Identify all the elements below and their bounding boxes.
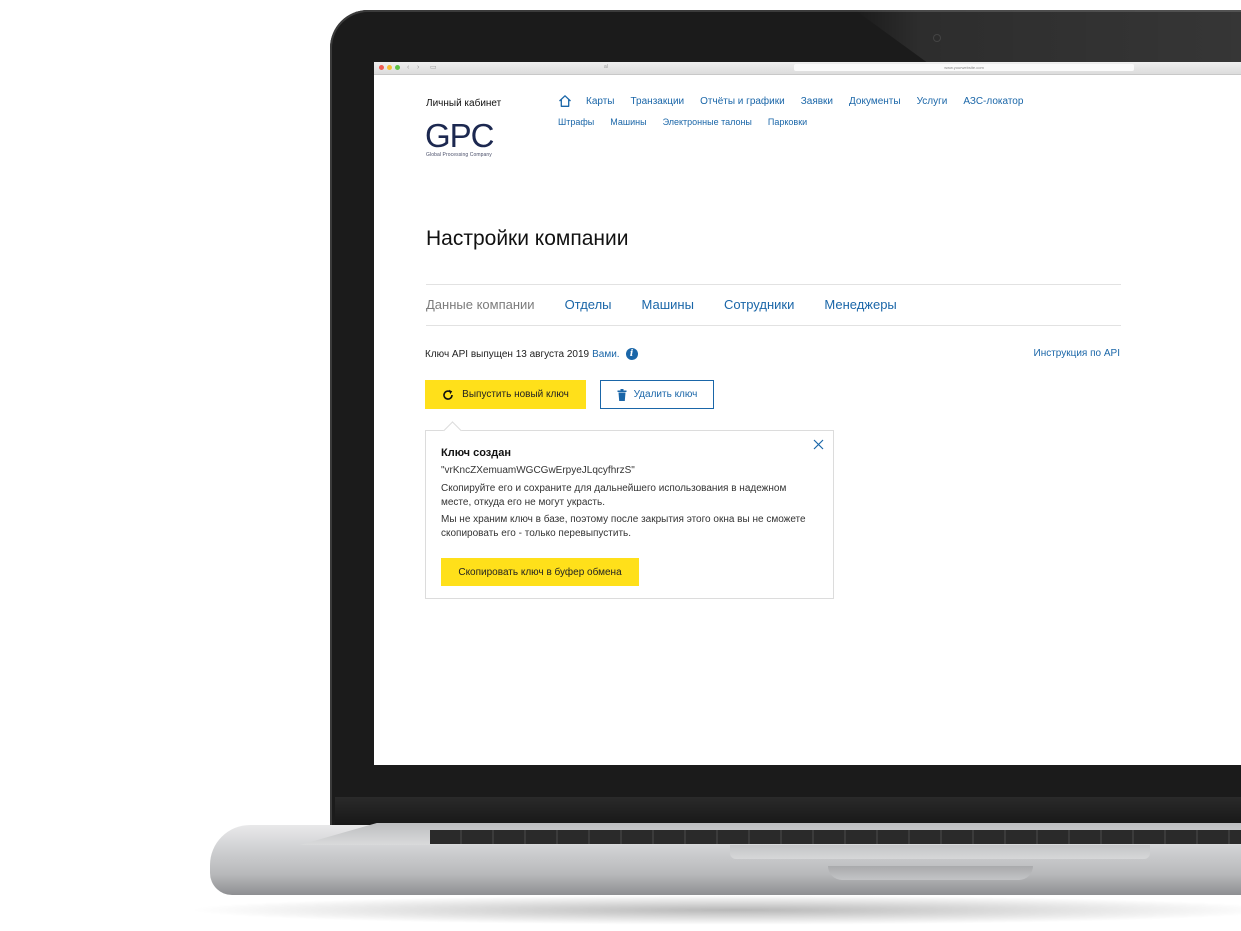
nav-fines[interactable]: Штрафы	[558, 117, 594, 127]
popover-pointer	[443, 421, 462, 440]
refresh-icon	[443, 389, 453, 400]
popover-title: Ключ создан	[441, 447, 512, 459]
tab-departments[interactable]: Отделы	[565, 297, 612, 312]
nav-parking[interactable]: Парковки	[768, 117, 807, 127]
nav-e-coupons[interactable]: Электронные талоны	[663, 117, 752, 127]
api-key-value: "vrKncZXemuamWGCGwErpyeJLqcyfhrzS"	[441, 465, 635, 476]
address-left-text: al	[604, 64, 608, 70]
nav-station-locator[interactable]: АЗС-локатор	[963, 96, 1023, 107]
primary-nav: Карты Транзакции Отчёты и графики Заявки…	[558, 94, 1039, 108]
trash-icon	[617, 388, 627, 401]
camera-icon	[934, 35, 940, 41]
secondary-nav: Штрафы Машины Электронные талоны Парковк…	[558, 117, 823, 127]
cabinet-label: Личный кабинет	[426, 98, 502, 109]
laptop-shadow	[185, 895, 1241, 925]
issued-by-link[interactable]: Вами.	[592, 349, 619, 360]
nav-services[interactable]: Услуги	[917, 96, 948, 107]
tab-managers[interactable]: Менеджеры	[824, 297, 896, 312]
popover-warning-text: Мы не храним ключ в базе, поэтому после …	[441, 514, 806, 539]
forward-arrow-icon[interactable]: ›	[417, 64, 419, 72]
nav-reports[interactable]: Отчёты и графики	[700, 96, 785, 107]
gpc-logo[interactable]: GPC	[425, 120, 505, 150]
nav-cards[interactable]: Карты	[586, 96, 615, 107]
copy-key-button[interactable]: Скопировать ключ в буфер обмена	[441, 558, 639, 586]
laptop-hinge	[335, 797, 1241, 827]
lid-notch	[828, 866, 1033, 880]
tab-company-data[interactable]: Данные компании	[426, 297, 535, 312]
nav-transactions[interactable]: Транзакции	[631, 96, 685, 107]
logo-text: GPC	[425, 120, 494, 150]
minimize-window-icon[interactable]	[387, 65, 392, 70]
app-content: Личный кабинет GPC Global Processing Com…	[374, 75, 1241, 765]
api-key-status: Ключ API выпущен 13 августа 2019 Вами. i	[425, 348, 638, 360]
home-icon[interactable]	[558, 94, 572, 108]
back-arrow-icon[interactable]: ‹	[407, 64, 409, 72]
popover-instruction-text: Скопируйте его и сохраните для дальнейше…	[441, 483, 787, 508]
maximize-window-icon[interactable]	[395, 65, 400, 70]
keyboard	[430, 830, 1241, 844]
delete-key-label: Удалить ключ	[633, 389, 698, 400]
key-created-popover: Ключ создан "vrKncZXemuamWGCGwErpyeJLqcy…	[425, 421, 834, 599]
api-instructions-link[interactable]: Инструкция по API	[1034, 348, 1121, 359]
close-icon[interactable]	[813, 439, 824, 450]
address-bar[interactable]: www.yourwebsite.com	[794, 64, 1134, 71]
logo-tagline: Global Processing Company	[426, 152, 492, 158]
nav-requests[interactable]: Заявки	[801, 96, 833, 107]
info-icon[interactable]: i	[625, 348, 638, 360]
settings-tabs: Данные компании Отделы Машины Сотрудники…	[426, 297, 927, 312]
tabs-top-divider	[426, 284, 1121, 285]
tabs-bottom-divider	[426, 325, 1121, 326]
issue-new-key-button[interactable]: Выпустить новый ключ	[425, 380, 586, 409]
page-title: Настройки компании	[426, 227, 629, 250]
issue-new-key-label: Выпустить новый ключ	[462, 389, 569, 400]
tab-vehicles[interactable]: Машины	[642, 297, 694, 312]
nav-vehicles[interactable]: Машины	[610, 117, 646, 127]
tab-employees[interactable]: Сотрудники	[724, 297, 794, 312]
api-issued-text: Ключ API выпущен 13 августа 2019	[425, 348, 590, 360]
laptop-screen: ‹ › ▭ al www.yourwebsite.com Личный каби…	[374, 62, 1241, 765]
nav-documents[interactable]: Документы	[849, 96, 901, 107]
sidebar-toggle-icon[interactable]: ▭	[430, 64, 437, 72]
trackpad-edge	[730, 845, 1150, 859]
browser-toolbar: ‹ › ▭ al www.yourwebsite.com	[374, 62, 1241, 75]
delete-key-button[interactable]: Удалить ключ	[600, 380, 714, 409]
close-window-icon[interactable]	[379, 65, 384, 70]
